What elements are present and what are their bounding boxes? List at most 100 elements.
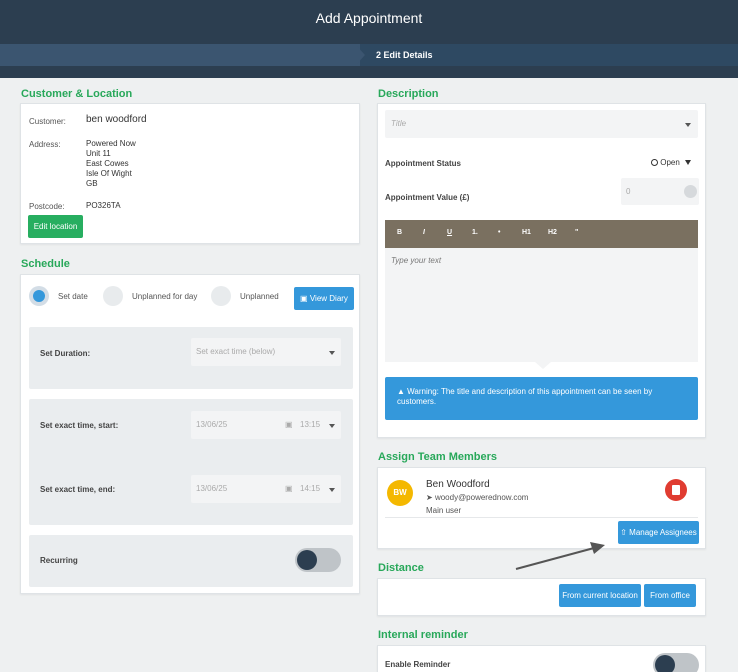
start-date: 13/06/25: [196, 420, 228, 429]
description-editor[interactable]: Type your text: [385, 248, 698, 362]
view-diary-button[interactable]: ▣ View Diary: [294, 287, 354, 310]
member-email: ➤ woody@powerednow.com: [426, 493, 528, 503]
calendar-icon: ▣: [285, 484, 293, 493]
option-unplanned-day: Unplanned for day: [132, 292, 198, 301]
address-value: Powered Now Unit 11 East Cowes Isle Of W…: [86, 139, 136, 189]
recurring-panel: Recurring: [29, 535, 353, 587]
address-line: Powered Now: [86, 139, 136, 148]
manage-assignees-label: Manage Assignees: [629, 528, 697, 537]
annotation-arrow: [515, 542, 605, 570]
duration-select[interactable]: Set exact time (below): [191, 338, 341, 366]
option-set-date: Set date: [58, 292, 88, 301]
from-current-location-button[interactable]: From current location: [559, 584, 641, 607]
step-active[interactable]: 2 Edit Details: [360, 44, 738, 66]
address-label: Address:: [29, 140, 61, 149]
caret-down-icon: [329, 488, 335, 492]
address-line: East Cowes: [86, 159, 129, 168]
calendar-icon: ▣: [300, 294, 308, 303]
header-strip: [0, 66, 738, 78]
upload-icon: ⇧: [620, 528, 627, 537]
end-datetime-field[interactable]: 13/06/25 ▣ 14:15: [191, 475, 341, 503]
divider: [385, 517, 698, 518]
option-unplanned: Unplanned: [240, 292, 279, 301]
h2-button[interactable]: H2: [548, 229, 557, 236]
end-date: 13/06/25: [196, 484, 228, 493]
clear-icon[interactable]: [684, 185, 697, 198]
enable-reminder-label: Enable Reminder: [385, 660, 451, 669]
member-email-text: woody@powerednow.com: [434, 493, 529, 502]
start-label: Set exact time, start:: [40, 421, 119, 430]
ordered-list-button[interactable]: 1.: [472, 229, 478, 236]
caret-down-icon: [685, 160, 692, 166]
toggle-knob: [297, 550, 317, 570]
reminder-card: Enable Reminder: [377, 645, 706, 672]
caret-down-icon: [329, 424, 335, 428]
status-label: Appointment Status: [385, 159, 461, 168]
member-role: Main user: [426, 506, 462, 515]
quote-button[interactable]: ": [575, 229, 578, 236]
view-diary-label: View Diary: [309, 294, 348, 303]
value-text: 0: [626, 187, 631, 196]
recurring-toggle[interactable]: [295, 548, 341, 572]
page-header: Add Appointment: [0, 0, 738, 44]
customer-value: ben woodford: [86, 114, 147, 125]
address-line: Unit 11: [86, 149, 111, 158]
time-panel: Set exact time, start: 13/06/25 ▣ 13:15 …: [29, 399, 353, 525]
team-card: BW Ben Woodford ➤ woody@powerednow.com M…: [377, 467, 706, 549]
edit-location-button[interactable]: Edit location: [28, 215, 83, 238]
postcode-label: Postcode:: [29, 202, 65, 211]
italic-button[interactable]: I: [423, 229, 425, 236]
status-select[interactable]: Open: [651, 158, 692, 168]
address-line: Isle Of Wight: [86, 169, 132, 178]
caret-down-icon: [329, 351, 335, 355]
customer-label: Customer:: [29, 117, 66, 126]
team-section-title: Assign Team Members: [378, 451, 498, 463]
distance-card: From current location From office: [377, 578, 706, 616]
radio-set-date[interactable]: [29, 286, 49, 306]
reminder-toggle[interactable]: [653, 653, 699, 672]
from-office-button[interactable]: From office: [644, 584, 696, 607]
bullet-list-button[interactable]: •: [498, 229, 500, 236]
underline-button[interactable]: U: [447, 229, 452, 236]
trash-icon[interactable]: [665, 479, 687, 501]
description-card: Title Appointment Status Open Appointmen…: [377, 103, 706, 438]
schedule-section-title: Schedule: [21, 258, 70, 270]
step-bar: 2 Edit Details: [0, 44, 738, 66]
duration-label: Set Duration:: [40, 349, 91, 358]
warning-box: ▲ Warning: The title and description of …: [385, 377, 698, 420]
duration-placeholder: Set exact time (below): [196, 347, 276, 356]
editor-pointer: [535, 362, 551, 369]
start-time: 13:15: [300, 420, 321, 429]
editor-placeholder: Type your text: [391, 256, 442, 265]
status-value: Open: [660, 158, 680, 167]
schedule-card: Set date Unplanned for day Unplanned ▣ V…: [20, 274, 360, 594]
page-title: Add Appointment: [315, 10, 423, 26]
customer-card: Customer: ben woodford Address: Powered …: [20, 103, 360, 244]
description-section-title: Description: [378, 88, 439, 100]
h1-button[interactable]: H1: [522, 229, 531, 236]
toggle-knob: [655, 655, 675, 672]
distance-section-title: Distance: [378, 562, 424, 574]
value-input[interactable]: 0: [621, 178, 699, 205]
warning-text: Warning: The title and description of th…: [397, 387, 653, 406]
radio-unplanned-day[interactable]: [103, 286, 123, 306]
status-circle-icon: [651, 159, 658, 167]
duration-panel: Set Duration: Set exact time (below): [29, 327, 353, 389]
address-line: GB: [86, 179, 98, 188]
warning-icon: ▲: [397, 387, 405, 396]
manage-assignees-button[interactable]: ⇧ Manage Assignees: [618, 521, 699, 544]
step-arrow: [355, 44, 365, 66]
end-time: 14:15: [300, 484, 321, 493]
title-input[interactable]: Title: [385, 110, 698, 138]
caret-down-icon: [685, 123, 691, 127]
value-label: Appointment Value (£): [385, 193, 470, 202]
member-name: Ben Woodford: [426, 479, 490, 490]
radio-unplanned[interactable]: [211, 286, 231, 306]
customer-section-title: Customer & Location: [21, 88, 133, 100]
start-datetime-field[interactable]: 13/06/25 ▣ 13:15: [191, 411, 341, 439]
send-icon: ➤: [426, 493, 433, 502]
recurring-label: Recurring: [40, 556, 78, 565]
bold-button[interactable]: B: [397, 229, 402, 236]
title-placeholder: Title: [391, 119, 407, 128]
postcode-value: PO326TA: [86, 201, 121, 210]
